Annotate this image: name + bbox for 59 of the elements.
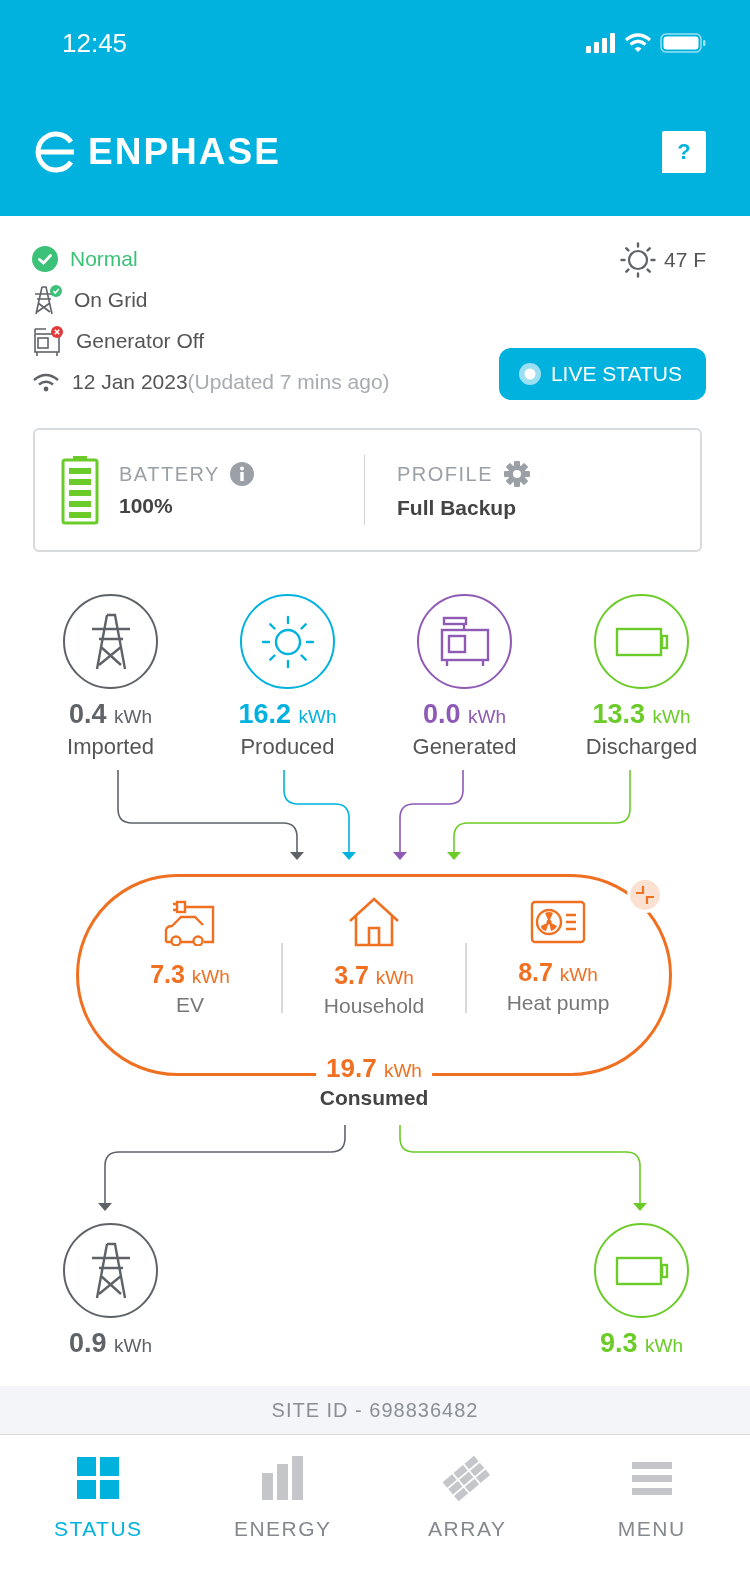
battery-label: BATTERY [119, 462, 220, 486]
help-button[interactable]: ? [662, 131, 706, 173]
source-circle[interactable] [240, 594, 335, 689]
status-text: Generator Off [76, 328, 204, 353]
nav-tab[interactable]: ENERGY [190, 1435, 375, 1555]
generator-icon [438, 615, 491, 668]
battery-icon [614, 1255, 669, 1286]
status-time: 12:45 [62, 27, 128, 59]
battery-icon [614, 626, 669, 657]
sun-icon [619, 242, 656, 278]
load-label: Household [323, 994, 425, 1018]
output-value: 0.9 kWh [68, 1328, 152, 1359]
status-text: Normal [70, 246, 138, 271]
generator-icon [32, 324, 64, 357]
output-circle[interactable] [63, 1223, 158, 1318]
consumed-label: Consumed [319, 1086, 429, 1110]
wifi-icon [32, 371, 60, 392]
site-id-text: SITE ID - 698836482 [271, 1398, 479, 1422]
source-value: 16.2 kWh [238, 699, 337, 730]
load-value: 3.7 kWh [334, 961, 414, 990]
car-charging-icon [163, 898, 217, 946]
temperature-text: 47 F [663, 248, 706, 272]
brand-name: ENPHASE [88, 131, 281, 173]
load-label: EV [176, 993, 204, 1017]
check-circle-icon [32, 245, 58, 272]
settings-icon[interactable] [503, 460, 532, 488]
load-value: 7.3 kWh [150, 960, 230, 989]
source-circle[interactable] [63, 594, 158, 689]
info-icon[interactable] [229, 462, 254, 486]
bar-chart-icon [260, 1453, 305, 1503]
source-label: Produced [240, 734, 335, 760]
collapse-icon [635, 885, 655, 905]
battery-value: 100% [119, 494, 174, 518]
house-icon [348, 897, 400, 947]
source-label: Imported [67, 734, 154, 760]
fan-unit-icon [530, 900, 586, 944]
record-icon [518, 363, 541, 385]
source-label: Generated [412, 734, 517, 760]
signal-icon [586, 33, 616, 53]
source-value: 13.3 kWh [592, 699, 691, 730]
nav-tab[interactable]: STATUS [6, 1435, 191, 1555]
profile-label: PROFILE [397, 462, 494, 486]
load-label: Heat pump [506, 991, 610, 1015]
source-circle[interactable] [417, 594, 512, 689]
wifi-icon [624, 33, 652, 53]
source-label: Discharged [585, 734, 698, 760]
source-value: 0.0 kWh [422, 699, 506, 730]
status-text: On Grid [74, 287, 148, 312]
source-value: 0.4 kWh [68, 699, 152, 730]
sun-icon [260, 614, 315, 669]
nav-tab[interactable]: ARRAY [375, 1435, 560, 1555]
nav-tab[interactable]: MENU [559, 1435, 744, 1555]
profile-value: Full Backup [397, 496, 518, 520]
load-value: 8.7 kWh [518, 958, 598, 987]
battery-icon [660, 33, 706, 53]
status-text: 12 Jan 2023(Updated 7 mins ago) [72, 369, 390, 394]
live-status-button[interactable]: LIVE STATUS [498, 348, 706, 400]
output-value: 9.3 kWh [599, 1328, 683, 1359]
tower-icon [32, 283, 62, 316]
